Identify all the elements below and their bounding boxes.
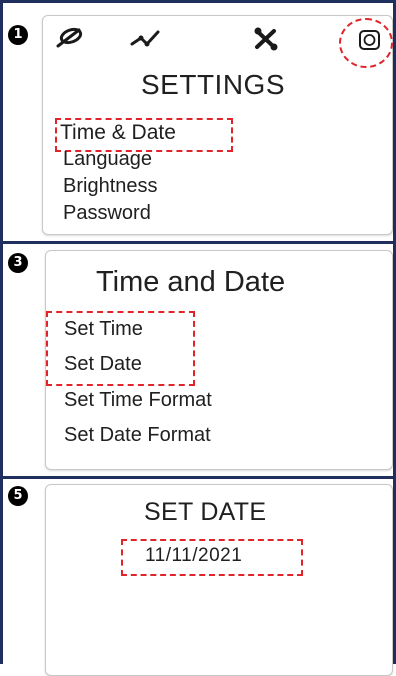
time-date-title: Time and Date bbox=[96, 266, 286, 298]
gear-icon-highlight bbox=[339, 18, 393, 68]
menu-item-password[interactable]: Password bbox=[63, 202, 151, 225]
panel-divider bbox=[0, 241, 396, 244]
menu-item-set-date-format[interactable]: Set Date Format bbox=[64, 424, 211, 447]
time-date-highlight bbox=[55, 118, 233, 152]
step-number-3: 3 bbox=[8, 253, 28, 273]
settings-title: SETTINGS bbox=[141, 69, 286, 100]
tools-icon[interactable] bbox=[253, 27, 279, 51]
menu-item-language[interactable]: Language bbox=[63, 148, 152, 171]
step-number-5: 5 bbox=[8, 486, 28, 506]
date-value-highlight bbox=[121, 539, 303, 576]
menu-item-brightness[interactable]: Brightness bbox=[63, 175, 158, 198]
chart-line-icon[interactable] bbox=[129, 28, 161, 50]
panel-divider bbox=[0, 476, 396, 479]
set-date-title: SET DATE bbox=[144, 498, 267, 526]
leaf-icon[interactable] bbox=[55, 26, 85, 48]
set-time-date-highlight bbox=[46, 311, 195, 386]
step-number-1: 1 bbox=[8, 25, 28, 45]
menu-item-set-time-format[interactable]: Set Time Format bbox=[64, 389, 212, 412]
